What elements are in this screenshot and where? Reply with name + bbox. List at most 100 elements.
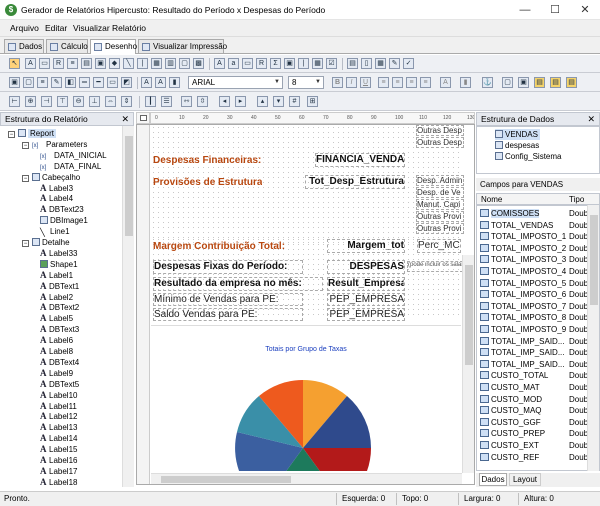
shadow-icon[interactable]: ◩ xyxy=(121,77,132,88)
tree-item[interactable]: − Detalhe xyxy=(22,237,70,248)
note-pode-incluir-salarios[interactable]: (pode incluir os salár xyxy=(407,261,463,272)
font-icon[interactable]: A xyxy=(141,77,152,88)
dblabel-tool-icon[interactable]: A xyxy=(214,58,225,69)
tree-item[interactable]: [x] DATA_INICIAL xyxy=(36,150,107,161)
field-row[interactable]: CUSTO_REF Doub xyxy=(477,452,588,464)
field-row[interactable]: CUSTO_MOD Doub xyxy=(477,394,588,406)
tab-desenho[interactable]: Desenho xyxy=(90,39,137,54)
minimize-button[interactable]: — xyxy=(510,2,540,18)
tab-visualizar-impressao[interactable]: Visualizar Impressão xyxy=(138,39,227,53)
richtext-tool-icon[interactable]: R xyxy=(53,58,64,69)
label-minimo-vendas[interactable]: Mínimo de Vendas para PE: xyxy=(153,293,303,306)
tree-item[interactable]: A Label18 xyxy=(36,477,77,487)
column-nome[interactable]: Nome xyxy=(481,195,502,205)
dbcheckbox-tool-icon[interactable]: ☑ xyxy=(326,58,337,69)
field-row[interactable]: TOTAL_IMPOSTO_1 Doub xyxy=(477,231,588,243)
label-despesas-fixas[interactable]: Despesas Fixas do Período: xyxy=(153,260,303,274)
dataset-vendas[interactable]: VENDAS xyxy=(495,129,540,140)
tree-item[interactable]: Shape1 xyxy=(36,259,78,270)
fill-color-icon[interactable]: ◧ xyxy=(65,77,76,88)
scrollbar-thumb[interactable] xyxy=(465,265,473,365)
memo-tool-icon[interactable]: ▭ xyxy=(39,58,50,69)
tree-item[interactable]: A Label33 xyxy=(36,248,77,259)
field-row[interactable]: TOTAL_IMPOSTO_4 Doub xyxy=(477,266,588,278)
tree-item[interactable]: [x] DATA_FINAL xyxy=(36,161,101,172)
nudge-left-icon[interactable]: ◂ xyxy=(219,96,230,107)
center-vertical-icon[interactable]: ⇕ xyxy=(121,96,132,107)
field-despesas[interactable]: DESPESAS xyxy=(327,260,405,274)
align-centers-icon[interactable]: ⊕ xyxy=(25,96,36,107)
field-row[interactable]: CUSTO_EXT Doub xyxy=(477,440,588,452)
label-margem-contribuicao[interactable]: Margem Contribuição Total: xyxy=(153,241,285,252)
clear-format-icon[interactable]: ▤ xyxy=(566,77,577,88)
crosstab-tool-icon[interactable]: ▩ xyxy=(193,58,204,69)
tab-calculo[interactable]: Cálculo xyxy=(46,39,88,53)
pointer-tool-icon[interactable]: ↖ xyxy=(9,58,20,69)
check-tool-icon[interactable]: ✓ xyxy=(403,58,414,69)
align-tops-icon[interactable]: ⊤ xyxy=(57,96,68,107)
font-name-select[interactable]: ARIAL ▼ xyxy=(188,76,283,89)
align-icon[interactable]: ≡ xyxy=(37,77,48,88)
label-provisoes-estrutura[interactable]: Provisões de Estrutura xyxy=(153,177,262,188)
field-row[interactable]: TOTAL_IMP_SAID... Doub xyxy=(477,347,588,359)
field-row[interactable]: CUSTO_GGF Doub xyxy=(477,417,588,429)
same-height-icon[interactable]: ⇳ xyxy=(197,96,208,107)
shape-tool-icon[interactable]: ◆ xyxy=(109,58,120,69)
label-saldo-vendas[interactable]: Saldo Vendas para PE: xyxy=(153,308,303,321)
field-row[interactable]: CUSTO_MAT Doub xyxy=(477,382,588,394)
field-row[interactable]: TOTAL_IMPOSTO_3 Doub xyxy=(477,254,588,266)
variable-tool-icon[interactable]: ▤ xyxy=(81,58,92,69)
tree-item[interactable]: A Label6 xyxy=(36,335,73,346)
frame-icon[interactable]: ▢ xyxy=(502,77,513,88)
field-row[interactable]: TOTAL_IMPOSTO_7 Doub xyxy=(477,301,588,313)
tree-item[interactable]: A Label5 xyxy=(36,313,73,324)
dbimage-tool-icon[interactable]: ▣ xyxy=(284,58,295,69)
dbtext-tool-icon[interactable]: a xyxy=(228,58,239,69)
tree-item[interactable]: − [x] Parameters xyxy=(22,139,87,150)
designer-hscroll[interactable] xyxy=(151,473,462,484)
subreport-tool-icon[interactable]: ▥ xyxy=(165,58,176,69)
tree-item[interactable]: A Label17 xyxy=(36,466,77,477)
close-icon[interactable]: ✕ xyxy=(121,113,129,125)
field-margem-tot[interactable]: Margem_tot xyxy=(327,239,405,253)
designer-vscroll[interactable] xyxy=(462,255,474,473)
tree-item[interactable]: A DBText5 xyxy=(36,379,79,390)
field-row[interactable]: TOTAL_VENDAS Doub xyxy=(477,220,588,232)
bring-front-icon[interactable]: ▣ xyxy=(9,77,20,88)
italic-button[interactable]: I xyxy=(346,77,357,88)
align-bottoms-icon[interactable]: ⊥ xyxy=(89,96,100,107)
close-icon[interactable]: ✕ xyxy=(587,113,595,125)
region-tool-icon[interactable]: ▢ xyxy=(179,58,190,69)
field-outras-provisoes-2[interactable]: Outras Provi xyxy=(416,223,464,234)
tree-item[interactable]: A DBText3 xyxy=(36,324,79,335)
field-row[interactable]: TOTAL_IMP_SAID... Doub xyxy=(477,336,588,348)
tree-item[interactable]: A Label8 xyxy=(36,346,73,357)
bold-button[interactable]: B xyxy=(332,77,343,88)
tree-item[interactable]: A Label3 xyxy=(36,183,73,194)
tab-dados[interactable]: Dados xyxy=(4,39,44,53)
dataset-config-sistema[interactable]: Config_Sistema xyxy=(495,151,561,162)
pen-color-icon[interactable]: ✎ xyxy=(51,77,62,88)
line-tool-icon[interactable]: ╲ xyxy=(123,58,134,69)
group-icon[interactable]: ▣ xyxy=(518,77,529,88)
tab-layout-panel[interactable]: Layout xyxy=(509,473,541,486)
tree-item[interactable]: A DBText23 xyxy=(36,204,84,215)
close-button[interactable]: ✕ xyxy=(570,2,600,18)
tree-item[interactable]: A Label2 xyxy=(36,292,73,303)
tree-item[interactable]: − Cabeçalho xyxy=(22,172,80,183)
grid-size-icon[interactable]: ⊞ xyxy=(307,96,318,107)
nudge-up-icon[interactable]: ▴ xyxy=(257,96,268,107)
space-horizontal-icon[interactable]: ┃ xyxy=(145,96,156,107)
tree-item[interactable]: A DBText1 xyxy=(36,281,79,292)
anchor-icon[interactable]: ⚓ xyxy=(482,77,493,88)
tree-item[interactable]: A Label11 xyxy=(36,401,77,412)
tab-dados-panel[interactable]: Dados xyxy=(479,473,507,486)
column-tipo[interactable]: Tipo xyxy=(569,195,584,205)
tree-item[interactable]: A Label4 xyxy=(36,193,73,204)
align-lefts-icon[interactable]: ⊢ xyxy=(9,96,20,107)
field-outras-desp-1[interactable]: Outras Desp xyxy=(416,125,464,136)
field-row[interactable]: CUSTO_MAQ Doub xyxy=(477,405,588,417)
tree-item[interactable]: ╲ Line1 xyxy=(36,226,70,237)
field-pep-empresa-1[interactable]: PEP_EMPRESA xyxy=(327,293,405,306)
field-outras-provisoes-1[interactable]: Outras Provi xyxy=(416,211,464,222)
